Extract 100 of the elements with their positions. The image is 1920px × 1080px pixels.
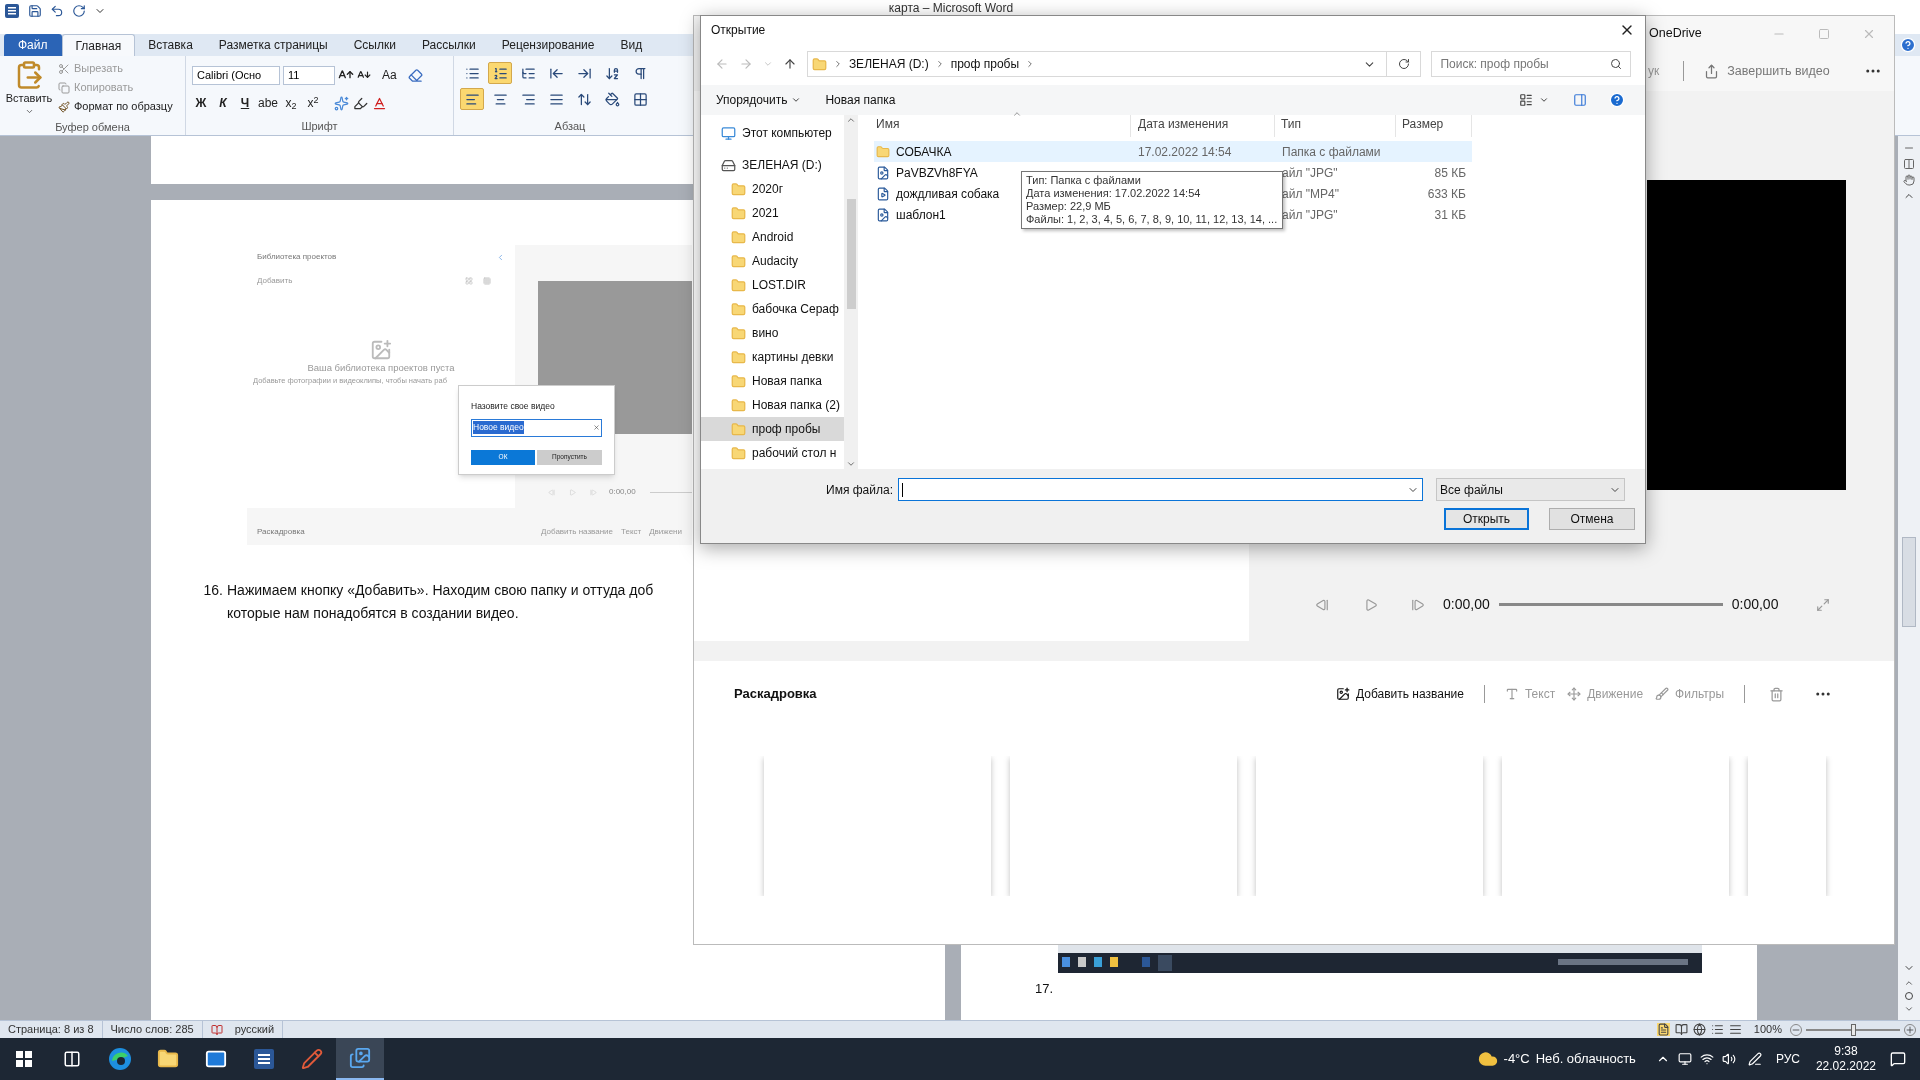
change-case-button[interactable]: Aa (382, 66, 397, 84)
print-layout-icon[interactable] (1656, 1023, 1670, 1036)
hand-icon[interactable] (1903, 174, 1915, 186)
outline-icon[interactable] (1710, 1023, 1724, 1036)
column-header[interactable]: Дата изменения (1131, 115, 1275, 137)
file-row[interactable]: СОБАЧКА 17.02.2022 14:54 Папка с файлами (874, 141, 1472, 162)
document-app-icon[interactable] (253, 1048, 275, 1070)
tree-item[interactable]: вино (701, 321, 844, 345)
file-name[interactable]: PaVBZVh8FYA (896, 163, 978, 182)
organize-button[interactable]: Упорядочить (716, 91, 802, 109)
column-header[interactable]: Имя (874, 115, 1131, 137)
scroll-thumb[interactable] (1902, 537, 1916, 627)
font-name-field[interactable]: Calibri (Осно (192, 65, 280, 85)
tree-item[interactable]: ЗЕЛЕНАЯ (D:) (701, 153, 844, 177)
file-tab[interactable]: Файл (4, 34, 62, 56)
tree-item[interactable]: картины девки (701, 345, 844, 369)
tree-item[interactable]: проф пробы (701, 417, 844, 441)
web-layout-icon[interactable] (1692, 1023, 1706, 1036)
refresh-icon[interactable] (1397, 58, 1410, 70)
ribbon-tab[interactable]: Главная (61, 34, 136, 56)
breadcrumb[interactable]: ЗЕЛЕНАЯ (D:) (848, 55, 929, 73)
notifications-icon[interactable] (1890, 1051, 1906, 1067)
breadcrumb[interactable]: проф пробы (950, 55, 1020, 73)
cancel-button[interactable]: Отмена (1549, 508, 1635, 530)
ribbon-tab[interactable]: Рассылки (408, 34, 489, 56)
column-header[interactable]: Размер (1396, 115, 1472, 137)
scroll-up-icon[interactable] (846, 115, 856, 125)
view-icon[interactable] (1903, 158, 1915, 170)
input-language[interactable]: РУС (1775, 1050, 1800, 1068)
search-field[interactable]: Поиск: проф пробы (1431, 51, 1631, 77)
address-bar[interactable]: ЗЕЛЕНАЯ (D:) проф пробы (806, 51, 1422, 77)
new-folder-button[interactable]: Новая папка (825, 91, 896, 109)
highlighter-icon[interactable] (353, 95, 369, 111)
zoom-slider[interactable] (1806, 1022, 1900, 1037)
proofing-icon[interactable] (210, 1023, 223, 1036)
trash-icon[interactable] (1769, 686, 1784, 702)
save-icon[interactable] (28, 4, 42, 18)
display-icon[interactable] (1677, 1052, 1692, 1066)
weather-icon[interactable] (1477, 1049, 1498, 1069)
file-name[interactable]: дождливая собака (896, 184, 1000, 203)
file-name[interactable]: СОБАЧКА (896, 142, 952, 161)
windows-start-icon[interactable] (16, 1051, 32, 1067)
font-style-button[interactable]: К (214, 94, 232, 112)
tree-item[interactable]: Этот компьютер (701, 121, 844, 145)
help-icon[interactable] (1609, 92, 1625, 108)
numbered-list-button[interactable] (488, 62, 512, 84)
file-name-field[interactable] (898, 478, 1423, 501)
column-header[interactable]: Тип (1275, 115, 1396, 137)
volume-icon[interactable] (1721, 1052, 1736, 1066)
help-icon[interactable] (1900, 37, 1916, 53)
font-style-button[interactable]: Ж (192, 94, 210, 112)
view-options-icon[interactable] (1519, 93, 1533, 107)
draft-icon[interactable] (1728, 1023, 1742, 1036)
tree-item[interactable]: Android (701, 225, 844, 249)
font-size-field[interactable]: 11 (283, 65, 335, 85)
finish-video-button[interactable]: Завершить видео (1704, 61, 1830, 81)
tree-item[interactable]: рабочий стол н (701, 441, 844, 465)
font-style-button[interactable]: x$^{2}$ (304, 94, 323, 112)
mail-icon[interactable] (205, 1048, 227, 1070)
tree-item[interactable]: Новая папка (701, 369, 844, 393)
scroll-down-icon[interactable] (846, 459, 856, 469)
file-type-select[interactable]: Все файлы (1436, 478, 1625, 501)
browser-icon[interactable] (108, 1047, 132, 1071)
pen-icon[interactable] (1747, 1052, 1762, 1066)
clear-format-icon[interactable] (407, 67, 423, 83)
ribbon-tab[interactable]: Вид (607, 34, 656, 56)
reading-view-icon[interactable] (1674, 1023, 1688, 1036)
tree-item[interactable]: 2020г (701, 177, 844, 201)
scroll-thumb[interactable] (846, 199, 856, 309)
network-icon[interactable] (1699, 1052, 1714, 1066)
next-page-icon[interactable] (1904, 1004, 1914, 1014)
photos-icon[interactable] (349, 1047, 371, 1069)
pencil-icon[interactable] (301, 1048, 323, 1070)
font-style-button[interactable]: x$_{2}$ (282, 94, 301, 112)
ribbon-tab[interactable]: Рецензирование (488, 34, 608, 56)
caret-icon[interactable] (1539, 95, 1549, 105)
font-style-button[interactable]: abe (258, 94, 279, 112)
redo-icon[interactable] (72, 4, 86, 18)
ribbon-tab[interactable]: Разметка страницы (205, 34, 341, 56)
tree-item[interactable]: 2021 (701, 201, 844, 225)
tree-item[interactable]: Новая папка (2) (701, 393, 844, 417)
preview-pane-icon[interactable] (1573, 93, 1587, 107)
file-name[interactable]: шаблон1 (896, 205, 946, 224)
previous-page-icon[interactable] (1904, 978, 1914, 988)
undo-icon[interactable] (50, 4, 64, 18)
up-icon[interactable] (782, 57, 797, 71)
tree-item[interactable]: Audacity (701, 249, 844, 273)
ribbon-tab[interactable]: Ссылки (340, 34, 409, 56)
folder-icon[interactable] (157, 1048, 179, 1070)
clear-icon[interactable] (593, 424, 600, 432)
ribbon-tab[interactable]: Вставка (135, 34, 206, 56)
video-name-field[interactable]: Новое видео (471, 418, 602, 437)
tree-item[interactable]: LOST.DIR (701, 273, 844, 297)
font-color-icon[interactable] (372, 95, 388, 111)
font-style-button[interactable]: Ч (236, 94, 254, 112)
clipboard-tool[interactable]: Формат по образцу (58, 98, 173, 115)
open-button[interactable]: Открыть (1444, 508, 1529, 530)
task-view-icon[interactable] (63, 1050, 81, 1068)
storyboard-tool-button[interactable]: Добавить название (1335, 685, 1464, 703)
clock[interactable]: 9:38 22.02.2022 (1815, 1044, 1876, 1074)
